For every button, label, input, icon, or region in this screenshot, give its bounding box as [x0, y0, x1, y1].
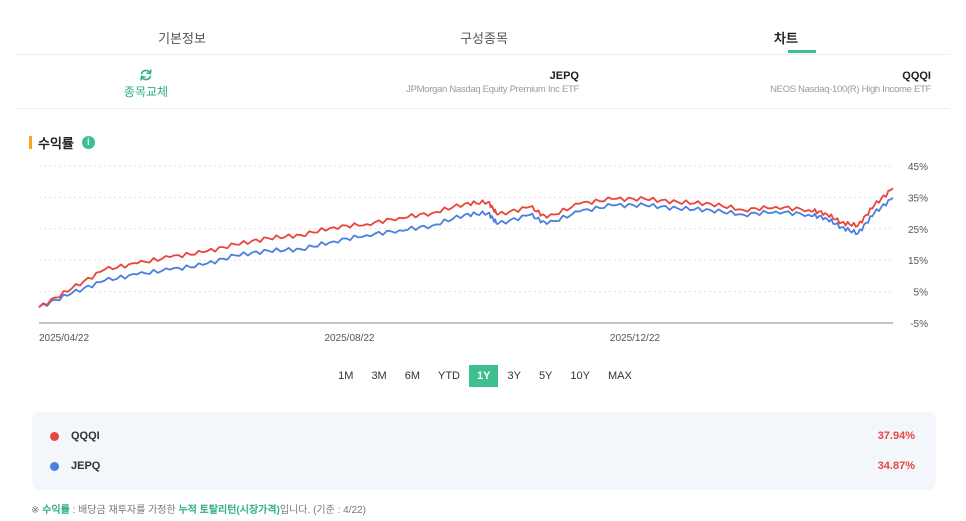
returns-line-chart: 45% 35% 25% 15% 5% -5% 2025/04/22 2025/08/22 202…: [38, 162, 929, 344]
period-button-1m[interactable]: 1M: [329, 365, 362, 387]
period-button-10y[interactable]: 10Y: [561, 365, 599, 387]
tab-bar: 기본정보 구성종목 차트: [16, 0, 950, 55]
y-tick-label: 45%: [908, 162, 928, 173]
x-tick-label: 2025/12/22: [610, 333, 660, 344]
legend-dot-qqqi: [50, 431, 59, 441]
y-tick-label: 5%: [914, 288, 929, 299]
period-button-6m[interactable]: 6M: [396, 365, 429, 387]
legend-name-jepq: JEPQ: [71, 460, 101, 472]
footnote-highlight: 누적 토탈리턴(시장가격): [178, 505, 280, 516]
legend-row-qqqi: QQQI 37.94%: [50, 427, 918, 445]
period-selector: 1M 3M 6M YTD 1Y 3Y 5Y 10Y MAX: [0, 365, 966, 389]
legend-row-jepq: JEPQ 34.87%: [50, 457, 918, 475]
fund-b-info: QQQI NEOS Nasdaq-100(R) High Income ETF: [770, 70, 931, 95]
info-icon[interactable]: i: [81, 136, 95, 149]
swap-fund-label: 종목교체: [123, 85, 169, 99]
legend-value-qqqi: 37.94%: [877, 430, 915, 442]
footnote-term: 수익률: [42, 505, 70, 516]
x-tick-label: 2025/08/22: [324, 333, 374, 344]
period-button-5y[interactable]: 5Y: [530, 365, 561, 387]
refresh-icon: [140, 69, 152, 81]
fund-b-name: NEOS Nasdaq-100(R) High Income ETF: [770, 84, 931, 95]
fund-a-ticker: JEPQ: [549, 70, 579, 82]
y-tick-label: -5%: [910, 319, 928, 330]
period-button-1y[interactable]: 1Y: [469, 365, 499, 387]
period-button-3y[interactable]: 3Y: [498, 365, 529, 387]
compare-header: 종목교체 JEPQ JPMorgan Nasdaq Equity Premium…: [16, 56, 950, 109]
tab-chart[interactable]: 차트: [774, 28, 798, 47]
period-button-max[interactable]: MAX: [599, 365, 641, 387]
tab-basic-info[interactable]: 기본정보: [158, 28, 206, 47]
x-tick-label: 2025/04/22: [39, 333, 89, 344]
footnote-suffix: 입니다. (기준 : 4/22): [279, 505, 366, 516]
legend-name-qqqi: QQQI: [71, 430, 100, 442]
returns-footnote: ※ 수익률 : 배당금 재투자를 가정한 누적 토탈리턴(시장가격)입니다. (…: [31, 501, 366, 516]
fund-a-name: JPMorgan Nasdaq Equity Premium Inc ETF: [406, 84, 579, 95]
active-tab-indicator: [788, 50, 816, 53]
footnote-mid: : 배당금 재투자를 가정한: [69, 505, 179, 516]
series-line-jepq: [38, 197, 894, 308]
legend-dot-jepq: [50, 461, 59, 471]
fund-a-info: JEPQ JPMorgan Nasdaq Equity Premium Inc …: [406, 70, 579, 95]
tab-holdings[interactable]: 구성종목: [460, 28, 508, 47]
y-tick-label: 35%: [908, 193, 928, 204]
fund-b-ticker: QQQI: [902, 70, 931, 82]
legend-value-jepq: 34.87%: [877, 460, 915, 472]
period-button-ytd[interactable]: YTD: [429, 365, 469, 387]
y-tick-label: 25%: [908, 225, 928, 236]
y-tick-label: 15%: [908, 256, 928, 267]
footnote-prefix: ※: [31, 505, 43, 516]
returns-legend: QQQI 37.94% JEPQ 34.87%: [32, 412, 936, 490]
title-accent-bar: [29, 136, 32, 149]
series-line-qqqi: [38, 187, 894, 308]
swap-fund-button[interactable]: 종목교체: [116, 68, 176, 100]
period-button-3m[interactable]: 3M: [362, 365, 395, 387]
